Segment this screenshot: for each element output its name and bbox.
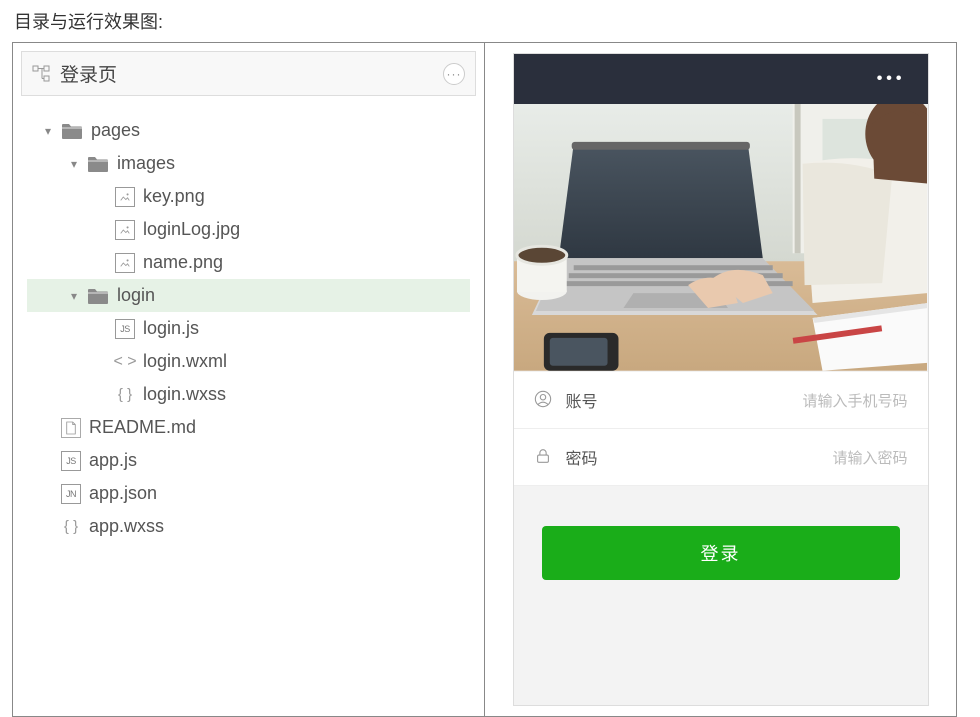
password-label: 密码 [566,445,616,469]
tree-item-loginLog-jpg[interactable]: loginLog.jpg [27,213,470,246]
tree-item-images[interactable]: ▾ images [27,147,470,180]
more-button[interactable]: ··· [443,63,465,85]
username-label: 账号 [566,388,616,412]
tree-item-label: login.wxss [143,384,226,405]
tree-item-label: key.png [143,186,205,207]
more-dots-icon[interactable]: ••• [877,70,906,88]
phone-frame: ••• [513,53,929,706]
banner-image [514,104,928,372]
tree-item-label: pages [91,120,140,141]
tree-item-app-json[interactable]: JNapp.json [27,477,470,510]
tree-item-label: name.png [143,252,223,273]
tree-item-login-wxml[interactable]: < >login.wxml [27,345,470,378]
tree-item-app-js[interactable]: JSapp.js [27,444,470,477]
tree-item-label: loginLog.jpg [143,219,240,240]
tree-item-pages[interactable]: ▾ pages [27,114,470,147]
tree-item-app-wxss[interactable]: { }app.wxss [27,510,470,543]
preview-panel: ••• [485,43,956,716]
tree-item-label: app.json [89,483,157,504]
tree-item-label: app.js [89,450,137,471]
page-title: 目录与运行效果图: [0,0,980,42]
tree-structure-icon [32,65,50,83]
file-tree-panel: 登录页 ··· ▾ pages ▾ images key.png loginLog.jpg… [13,43,485,716]
username-row[interactable]: 账号 请输入手机号码 [514,372,928,429]
button-area: 登录 [514,486,928,620]
tree-header: 登录页 ··· [21,51,476,96]
tree-item-README-md[interactable]: README.md [27,411,470,444]
tree-item-label: images [117,153,175,174]
phone-status-bar: ••• [514,54,928,104]
password-row[interactable]: 密码 请输入密码 [514,429,928,486]
user-icon [534,390,554,410]
chevron-down-icon: ▾ [45,124,59,138]
tree-item-label: login.js [143,318,199,339]
username-input[interactable]: 请输入手机号码 [616,390,908,411]
tree-item-label: login [117,285,155,306]
tree-item-label: app.wxss [89,516,164,537]
tree-item-name-png[interactable]: name.png [27,246,470,279]
tree-item-login[interactable]: ▾ login [27,279,470,312]
chevron-down-icon: ▾ [71,289,85,303]
tree-item-login-js[interactable]: JSlogin.js [27,312,470,345]
tree-item-login-wxss[interactable]: { }login.wxss [27,378,470,411]
login-button[interactable]: 登录 [542,526,900,580]
tree-item-key-png[interactable]: key.png [27,180,470,213]
tree-item-label: README.md [89,417,196,438]
password-input[interactable]: 请输入密码 [616,447,908,468]
login-form: 账号 请输入手机号码 密码 请输入密码 [514,372,928,486]
tree-header-title: 登录页 [60,60,443,87]
chevron-down-icon: ▾ [71,157,85,171]
file-tree: ▾ pages ▾ images key.png loginLog.jpg name.png… [13,104,484,553]
tree-item-label: login.wxml [143,351,227,372]
main-container: 登录页 ··· ▾ pages ▾ images key.png loginLog.jpg… [12,42,957,717]
lock-icon [534,447,554,467]
